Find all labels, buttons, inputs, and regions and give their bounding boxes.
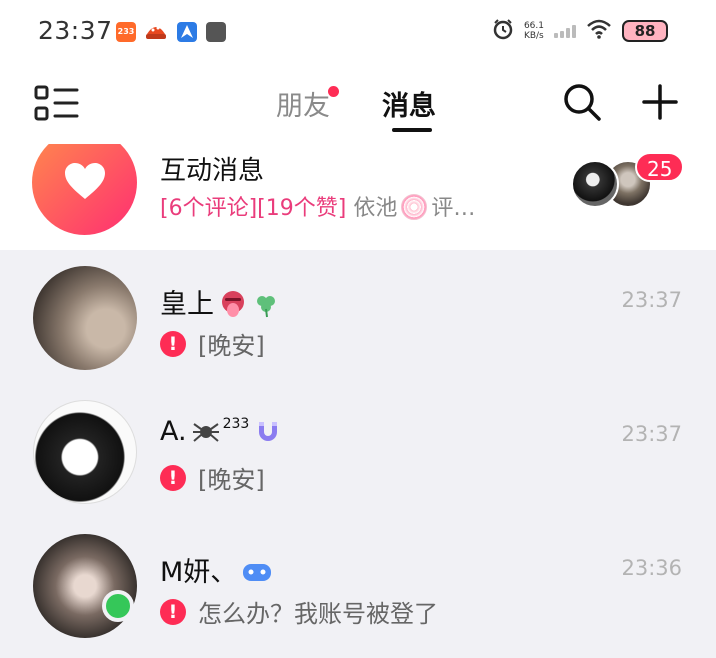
- send-failed-icon: !: [160, 330, 186, 357]
- chat-message: [晚安]: [198, 332, 265, 360]
- tongue-emoji-icon: [218, 289, 248, 326]
- chat-list-item[interactable]: M妍、 23:36 ! 怎么办？我账号被登了: [0, 518, 716, 652]
- menu-list-icon[interactable]: [34, 84, 80, 128]
- avatar: [33, 266, 137, 370]
- chat-name: A. 233: [160, 416, 283, 453]
- send-failed-icon: !: [160, 598, 186, 625]
- top-nav: 朋友 消息: [0, 66, 716, 144]
- wifi-icon: [586, 19, 612, 43]
- avatar: [33, 400, 137, 504]
- interaction-avatar: [32, 144, 137, 235]
- interaction-summary: [6个评论][19个赞] 依池 评…: [160, 190, 475, 222]
- add-icon[interactable]: [640, 82, 680, 126]
- chat-time: 23:36: [621, 556, 682, 580]
- app-notification-icon: 233: [116, 22, 136, 42]
- net-speed: 66.1 KB/s: [524, 21, 544, 41]
- magnet-icon: [253, 416, 283, 453]
- search-icon[interactable]: [562, 82, 602, 126]
- app-square-icon: [206, 22, 226, 42]
- clover-icon: [252, 291, 280, 326]
- chat-name-text: A.: [160, 416, 187, 447]
- interaction-messages-row[interactable]: 互动消息 [6个评论][19个赞] 依池 评… 25: [0, 144, 716, 250]
- status-right: 66.1 KB/s 88: [492, 18, 668, 44]
- chat-name-text: M妍、: [160, 557, 238, 588]
- friends-notification-dot: [328, 86, 339, 97]
- chat-preview: ! [晚安]: [160, 326, 265, 361]
- cell-signal-icon: [554, 24, 576, 38]
- comment-count: [6个评论]: [160, 196, 258, 221]
- chat-name-superscript: 233: [222, 416, 250, 432]
- game-controller-icon: [241, 557, 273, 594]
- battery-indicator: 88: [622, 20, 668, 42]
- chat-message: 怎么办？我账号被登了: [198, 600, 438, 628]
- food-app-icon: [145, 22, 166, 42]
- chat-preview: ! 怎么办？我账号被登了: [160, 594, 438, 629]
- status-time: 23:37: [38, 16, 113, 45]
- like-count: [19个赞]: [257, 196, 347, 221]
- tab-messages[interactable]: 消息: [382, 84, 436, 123]
- chat-time: 23:37: [621, 288, 682, 312]
- interaction-sender: 依池: [353, 196, 398, 221]
- avatar: [33, 534, 137, 638]
- chat-message: [晚安]: [198, 466, 265, 494]
- interaction-trailing: 评…: [431, 196, 476, 221]
- chat-list-item[interactable]: A. 233 23:37 ! [晚安]: [0, 384, 716, 518]
- net-speed-unit: KB/s: [523, 31, 544, 41]
- online-status-dot: [102, 590, 134, 622]
- chat-time: 23:37: [621, 422, 682, 446]
- send-failed-icon: !: [160, 464, 186, 491]
- map-app-icon: [177, 22, 197, 42]
- lollipop-emoji-icon: [401, 194, 428, 220]
- chat-list-item[interactable]: 皇上 23:37 ! [晚安]: [0, 250, 716, 384]
- status-bar: 23:37 233 66.1 KB/s 88: [0, 0, 716, 66]
- alarm-icon: [492, 18, 514, 44]
- interaction-title: 互动消息: [160, 156, 265, 186]
- chat-name-text: 皇上: [160, 289, 214, 320]
- active-tab-indicator: [392, 128, 432, 132]
- net-speed-value: 66.1: [523, 21, 544, 31]
- chat-preview: ! [晚安]: [160, 460, 265, 495]
- chat-name: 皇上: [160, 282, 280, 326]
- tab-friends[interactable]: 朋友: [276, 84, 330, 123]
- chat-name: M妍、: [160, 550, 273, 594]
- interaction-user-avatar: [571, 160, 619, 208]
- heart-icon: [63, 161, 107, 205]
- unread-count-badge: 25: [635, 152, 685, 182]
- spider-emoji-icon: [191, 416, 221, 453]
